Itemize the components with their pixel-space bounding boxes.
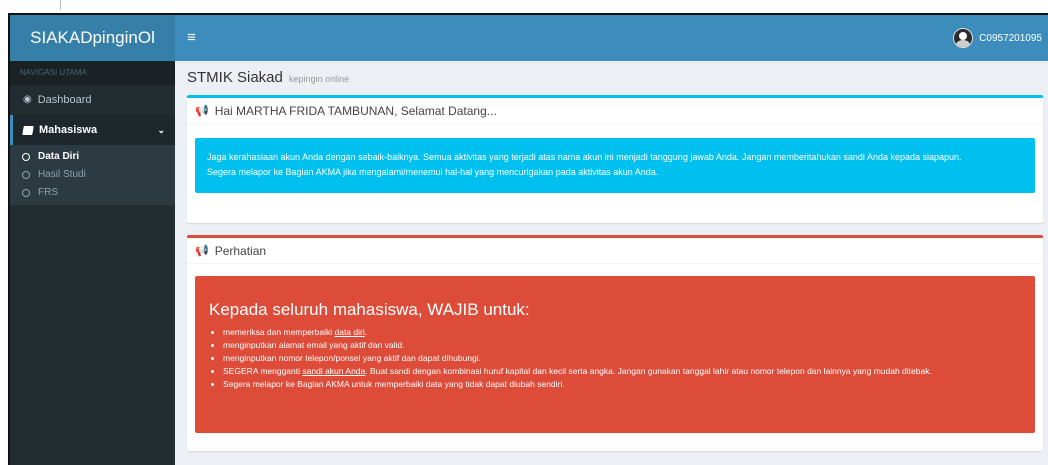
- submenu-item-label: Data Diri: [38, 151, 80, 162]
- user-menu[interactable]: C0957201095: [953, 28, 1042, 48]
- nav-header: NAVIGASI UTAMA: [10, 61, 175, 85]
- top-strip: [0, 0, 1048, 13]
- notice-box-header: 📢 Perhatian: [187, 238, 1043, 264]
- sidebar: NAVIGASI UTAMA ◉ Dashboard Mahasiswa ⌄ D…: [10, 61, 175, 465]
- bullhorn-icon: 📢: [195, 244, 209, 257]
- notice-heading: Kepada seluruh mahasiswa, WAJIB untuk:: [209, 300, 530, 319]
- security-callout: Jaga kerahasiaan akun Anda dengan sebaik…: [195, 138, 1035, 193]
- chevron-down-icon: ⌄: [157, 125, 165, 135]
- welcome-box: 📢 Hai MARTHA FRIDA TAMBUNAN, Selamat Dat…: [187, 95, 1043, 223]
- mahasiswa-submenu: Data Diri Hasil Studi FRS: [10, 145, 175, 205]
- notice-callout: Kepada seluruh mahasiswa, WAJIB untuk: m…: [195, 276, 1035, 433]
- sandi-akun-link[interactable]: sandi akun Anda: [302, 366, 365, 376]
- welcome-title: Hai MARTHA FRIDA TAMBUNAN, Selamat Datan…: [214, 103, 497, 118]
- page-subtitle: kepingin online: [289, 74, 350, 84]
- circle-icon: [22, 189, 30, 197]
- notice-box: 📢 Perhatian Kepada seluruh mahasiswa, WA…: [187, 235, 1043, 451]
- circle-icon: [22, 171, 30, 179]
- notice-list: memeriksa dan memperbaiki data diri. men…: [209, 326, 1021, 391]
- list-item: Segera melapor ke Bagian AKMA untuk memp…: [223, 378, 1021, 391]
- submenu-item-label: FRS: [38, 187, 58, 198]
- list-item: menginputkan alamat email yang aktif dan…: [223, 339, 1021, 352]
- bullhorn-icon: 📢: [195, 104, 209, 117]
- welcome-box-header: 📢 Hai MARTHA FRIDA TAMBUNAN, Selamat Dat…: [187, 98, 1043, 124]
- sidebar-item-dashboard[interactable]: ◉ Dashboard: [10, 85, 175, 115]
- top-navbar: ≡ C0957201095: [175, 15, 1048, 61]
- security-line-1: Jaga kerahasiaan akun Anda dengan sebaik…: [207, 152, 962, 162]
- submenu-item-frs[interactable]: FRS: [10, 184, 175, 202]
- list-text: SEGERA mengganti: [223, 366, 303, 376]
- app-logo[interactable]: SIAKADpinginOl: [10, 15, 175, 61]
- circle-icon: [22, 153, 30, 161]
- sidebar-toggle-icon[interactable]: ≡: [187, 29, 201, 47]
- page-title: STMIK Siakad kepingin online: [187, 69, 349, 86]
- list-item: memeriksa dan memperbaiki data diri.: [223, 326, 1021, 339]
- strip-tick: [60, 0, 61, 10]
- sidebar-item-label: Mahasiswa: [39, 124, 98, 136]
- list-item: menginputkan nomor telepon/ponsel yang a…: [223, 352, 1021, 365]
- list-item: SEGERA mengganti sandi akun Anda. Buat s…: [223, 365, 1021, 378]
- user-id: C0957201095: [979, 32, 1042, 44]
- notice-title: Perhatian: [214, 243, 267, 258]
- data-diri-link[interactable]: data diri: [334, 327, 364, 337]
- avatar: [953, 28, 974, 48]
- list-text: memeriksa dan memperbaiki: [223, 327, 335, 337]
- submenu-item-label: Hasil Studi: [38, 169, 86, 180]
- security-line-2: Segera melapor ke Bagian AKMA jika menga…: [207, 167, 659, 177]
- list-text: . Buat sandi dengan kombinasi huruf kapi…: [365, 366, 932, 376]
- list-text: .: [364, 327, 368, 337]
- sidebar-item-label: Dashboard: [37, 94, 92, 106]
- dashboard-icon: ◉: [23, 94, 32, 105]
- submenu-item-data-diri[interactable]: Data Diri: [10, 148, 175, 166]
- main-content: STMIK Siakad kepingin online 📢 Hai MARTH…: [175, 61, 1048, 465]
- submenu-item-hasil-studi[interactable]: Hasil Studi: [10, 166, 175, 184]
- page-title-text: STMIK Siakad: [187, 69, 283, 86]
- app-frame: SIAKADpinginOl ≡ C0957201095 NAVIGASI UT…: [8, 13, 1048, 465]
- sidebar-item-mahasiswa[interactable]: Mahasiswa ⌄: [10, 115, 175, 145]
- book-icon: [22, 125, 34, 135]
